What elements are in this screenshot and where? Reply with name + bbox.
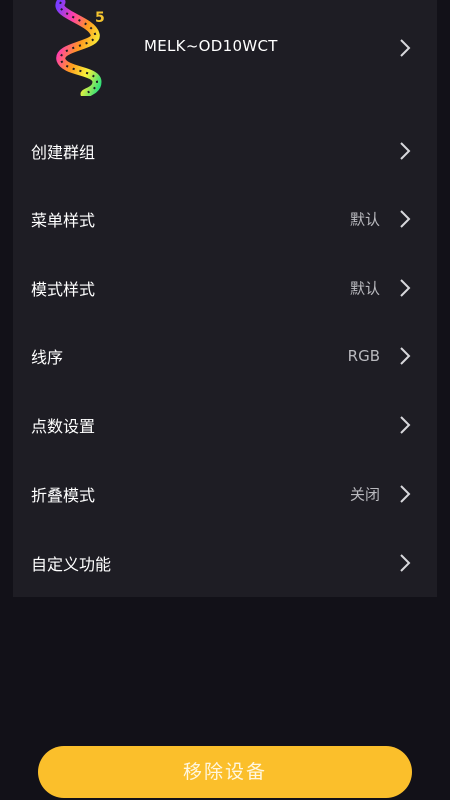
chevron-right-icon	[400, 554, 411, 572]
menu-item-custom-function[interactable]: 自定义功能	[13, 529, 437, 597]
menu-item-value: 关闭	[349, 485, 380, 504]
menu-item-label: 线序	[31, 348, 64, 367]
menu-item-pixel-count[interactable]: 点数设置	[13, 391, 437, 459]
menu-item-mode-style[interactable]: 模式样式 默认	[13, 254, 437, 322]
chevron-right-icon	[400, 39, 411, 57]
menu-item-menu-style[interactable]: 菜单样式 默认	[13, 185, 437, 253]
chevron-right-icon	[400, 210, 411, 228]
menu-item-value: RGB	[347, 347, 380, 365]
logo-badge: 5	[95, 10, 105, 26]
device-row[interactable]: 5 MELK~OD10WCT	[13, 0, 437, 98]
menu-item-fold-mode[interactable]: 折叠模式 关闭	[13, 460, 437, 528]
menu-item-create-group[interactable]: 创建群组	[13, 117, 437, 185]
chevron-right-icon	[400, 347, 411, 365]
device-name: MELK~OD10WCT	[144, 37, 278, 55]
menu-item-value: 默认	[349, 279, 380, 298]
menu-item-label: 折叠模式	[31, 486, 96, 505]
led-strip-logo-icon: 5	[55, 0, 105, 96]
chevron-right-icon	[400, 279, 411, 297]
remove-device-button[interactable]: 移除设备	[38, 746, 412, 798]
menu-item-label: 点数设置	[31, 417, 96, 436]
menu-item-value: 默认	[349, 210, 380, 229]
menu-item-label: 自定义功能	[31, 555, 112, 574]
menu-item-label: 创建群组	[31, 143, 96, 162]
settings-card: 5 MELK~OD10WCT 创建群组 菜单样式 默认 模式样式 默认 线序 R…	[13, 0, 437, 597]
menu-item-label: 菜单样式	[31, 211, 96, 230]
menu-item-label: 模式样式	[31, 280, 96, 299]
chevron-right-icon	[400, 485, 411, 503]
menu-item-wire-order[interactable]: 线序 RGB	[13, 322, 437, 390]
chevron-right-icon	[400, 416, 411, 434]
device-settings-screen: 5 MELK~OD10WCT 创建群组 菜单样式 默认 模式样式 默认 线序 R…	[0, 0, 450, 800]
chevron-right-icon	[400, 142, 411, 160]
